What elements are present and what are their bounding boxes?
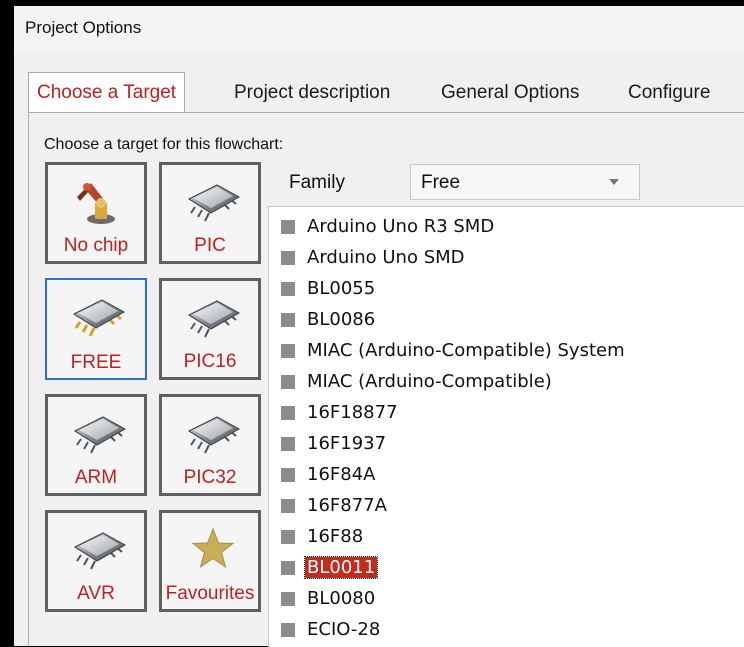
device-bullet-icon	[281, 468, 295, 482]
tile-label: AVR	[77, 583, 115, 604]
tab-strip: Choose a Target Project description Gene…	[28, 72, 744, 113]
device-bullet-icon	[281, 437, 295, 451]
family-label: Family	[289, 172, 345, 193]
device-name: 16F877A	[307, 495, 387, 516]
device-name: 16F88	[307, 526, 364, 547]
device-bullet-icon	[281, 375, 295, 389]
chip-icon	[73, 416, 127, 454]
chevron-down-icon	[609, 179, 619, 185]
target-tile-pic16[interactable]: PIC16	[159, 278, 261, 380]
device-bullet-icon	[281, 282, 295, 296]
chip-gold-pins-icon	[72, 299, 126, 337]
device-name: Arduino Uno R3 SMD	[307, 216, 495, 237]
target-tile-avr[interactable]: AVR	[45, 510, 147, 612]
target-tile-favourites[interactable]: Favourites	[159, 510, 261, 612]
device-bullet-icon	[281, 344, 295, 358]
tab-project-description[interactable]: Project description	[226, 76, 398, 110]
window-title: Project Options	[25, 18, 142, 37]
target-tile-pic32[interactable]: PIC32	[159, 394, 261, 496]
target-prompt: Choose a target for this flowchart:	[44, 136, 284, 153]
tab-choose-target[interactable]: Choose a Target	[28, 72, 186, 113]
device-name: BL0011	[303, 556, 379, 579]
family-dropdown[interactable]: Free	[410, 164, 640, 200]
tab-configure[interactable]: Configure	[620, 76, 718, 110]
device-bullet-icon	[281, 406, 295, 420]
chip-icon	[187, 300, 241, 338]
device-bullet-icon	[281, 592, 295, 606]
tile-label: PIC16	[183, 351, 237, 372]
device-name: 16F1937	[307, 433, 387, 454]
star-icon	[191, 527, 235, 569]
device-name: MIAC (Arduino-Compatible)	[307, 371, 552, 392]
device-bullet-icon	[281, 499, 295, 513]
target-tile-arm[interactable]: ARM	[45, 394, 147, 496]
device-bullet-icon	[281, 251, 295, 265]
target-tile-no-chip[interactable]: No chip	[45, 162, 147, 264]
tile-label: No chip	[63, 235, 129, 256]
device-name: BL0086	[307, 309, 376, 330]
device-bullet-icon	[281, 313, 295, 327]
chip-icon	[187, 184, 241, 222]
tile-label: ARM	[74, 467, 118, 488]
chip-icon	[187, 416, 241, 454]
device-name: BL0080	[307, 588, 376, 609]
robot-arm-icon	[77, 183, 115, 224]
device-list[interactable]: Arduino Uno R3 SMD Arduino Uno SMD BL005…	[268, 206, 744, 647]
device-bullet-icon	[281, 530, 295, 544]
device-name: ECIO-28	[307, 619, 381, 640]
device-name: MIAC (Arduino-Compatible) System	[307, 340, 625, 361]
device-name: 16F18877	[307, 402, 398, 423]
family-dropdown-value: Free	[421, 172, 461, 193]
device-name: 16F84A	[307, 464, 376, 485]
tile-label: PIC	[194, 235, 226, 256]
tile-label: FREE	[70, 352, 122, 373]
device-name: BL0055	[307, 278, 376, 299]
device-bullet-icon	[281, 220, 295, 234]
tile-label: Favourites	[165, 583, 255, 604]
target-tile-free[interactable]: FREE	[45, 278, 147, 380]
device-name: Arduino Uno SMD	[307, 247, 465, 268]
tab-general-options[interactable]: General Options	[433, 76, 587, 110]
device-bullet-icon	[281, 561, 295, 575]
target-tile-pic[interactable]: PIC	[159, 162, 261, 264]
title-bar: Project Options	[14, 6, 744, 52]
tile-label: PIC32	[183, 467, 237, 488]
chip-icon	[73, 532, 127, 570]
device-bullet-icon	[281, 623, 295, 637]
